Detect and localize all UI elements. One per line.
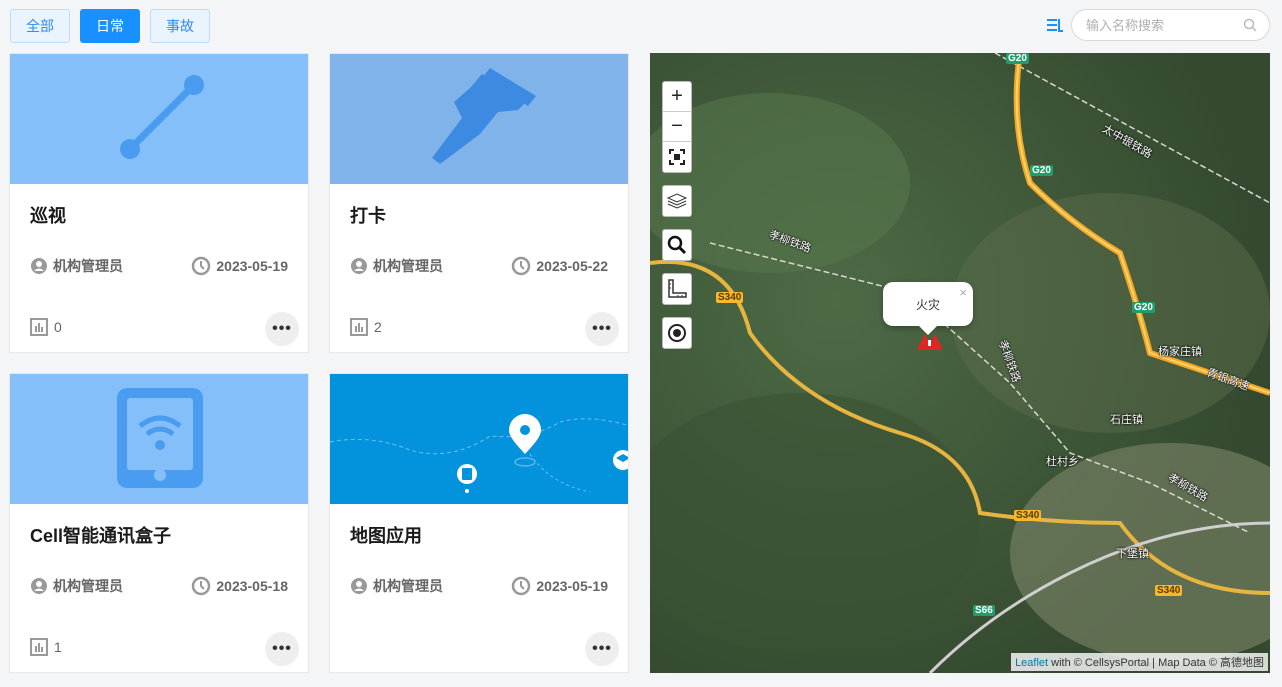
map-popup: 火灾 × <box>883 282 973 335</box>
popup-close-button[interactable]: × <box>959 285 967 300</box>
card-count: 2 <box>374 319 382 335</box>
card-banner <box>10 374 308 504</box>
app-card[interactable]: 地图应用 机构管理员 2023-05-19 ••• <box>329 373 629 673</box>
card-author: 机构管理员 <box>53 578 123 594</box>
card-count: 1 <box>54 639 62 655</box>
layers-icon <box>666 193 688 209</box>
more-button[interactable]: ••• <box>265 632 299 666</box>
user-icon <box>351 258 367 274</box>
road-label: G20 <box>1030 165 1053 176</box>
ruler-icon <box>668 279 687 298</box>
list-view-icon[interactable] <box>1046 17 1064 33</box>
card-meta: 机构管理员 2023-05-19 <box>30 256 288 276</box>
road-label: S340 <box>1014 510 1042 521</box>
map-pin-icon <box>509 414 541 467</box>
calculator-pin-icon <box>457 464 477 493</box>
card-banner <box>330 374 628 504</box>
attribution-text: with © CellsysPortal | Map Data © 高德地图 <box>1048 657 1264 669</box>
more-button[interactable]: ••• <box>585 312 619 346</box>
road-label: G20 <box>1006 53 1029 64</box>
road-label: G20 <box>1132 302 1155 313</box>
app-card[interactable]: 打卡 机构管理员 2023-05-22 2 ••• <box>329 53 629 353</box>
card-title: 打卡 <box>350 206 386 226</box>
fullscreen-button[interactable] <box>663 142 691 172</box>
popup-text: 火灾 <box>915 298 940 312</box>
map-attribution: Leaflet with © CellsysPortal | Map Data … <box>1011 653 1268 671</box>
tablet-wifi-icon <box>117 388 203 488</box>
road-label: S340 <box>1155 585 1183 596</box>
bar-chart-icon <box>30 638 48 656</box>
card-title: 地图应用 <box>350 526 422 546</box>
layers-pin-icon <box>613 450 628 470</box>
line-segment-icon <box>120 75 204 159</box>
card-banner <box>330 54 628 184</box>
app-card[interactable]: 巡视 机构管理员 2023-05-19 0 ••• <box>9 53 309 353</box>
user-icon <box>31 578 47 594</box>
road-label: S340 <box>716 292 744 303</box>
search-input[interactable] <box>1086 17 1243 33</box>
road-label: S66 <box>973 605 995 616</box>
clock-icon <box>512 576 531 596</box>
measure-button[interactable] <box>663 274 691 304</box>
measure-control <box>662 273 692 305</box>
card-author: 机构管理员 <box>373 258 443 274</box>
card-date: 2023-05-19 <box>216 258 288 274</box>
card-title: Cell智能通讯盒子 <box>30 526 172 546</box>
tab-daily[interactable]: 日常 <box>80 9 140 43</box>
fullscreen-icon <box>669 149 685 165</box>
place-label: 杜村乡 <box>1046 456 1079 468</box>
card-stats: 1 <box>30 638 62 656</box>
tab-accident[interactable]: 事故 <box>150 9 210 43</box>
card-banner <box>10 54 308 184</box>
bar-chart-icon <box>30 318 48 336</box>
card-stats: 2 <box>350 318 382 336</box>
tab-all[interactable]: 全部 <box>10 9 70 43</box>
magnifier-icon <box>667 235 687 255</box>
card-date: 2023-05-19 <box>536 578 608 594</box>
card-author: 机构管理员 <box>53 258 123 274</box>
more-button[interactable]: ••• <box>265 312 299 346</box>
card-meta: 机构管理员 2023-05-19 <box>350 576 608 596</box>
map-search-button[interactable] <box>663 230 691 260</box>
clock-icon <box>192 256 211 276</box>
place-label: 下堡镇 <box>1116 548 1149 560</box>
map-view[interactable]: G20 G20 G20 S340 S340 S340 S66 杨家庄镇 石庄镇 … <box>650 53 1270 673</box>
card-author: 机构管理员 <box>373 578 443 594</box>
card-stats: 0 <box>30 318 62 336</box>
leaflet-link[interactable]: Leaflet <box>1015 657 1048 669</box>
place-label: 杨家庄镇 <box>1158 346 1202 358</box>
user-icon <box>351 578 367 594</box>
map-app-illustration <box>330 414 628 493</box>
layers-button[interactable] <box>663 186 691 216</box>
clock-icon <box>192 576 211 596</box>
fire-marker-icon[interactable] <box>915 330 945 352</box>
clock-icon <box>512 256 531 276</box>
user-icon <box>31 258 47 274</box>
card-meta: 机构管理员 2023-05-22 <box>350 256 608 276</box>
layers-control <box>662 185 692 217</box>
filter-tabs: 全部 日常 事故 <box>10 9 210 43</box>
locate-control <box>662 317 692 349</box>
place-label: 石庄镇 <box>1110 414 1143 426</box>
zoom-out-button[interactable]: − <box>663 112 691 142</box>
locate-button[interactable] <box>663 318 691 348</box>
card-count: 0 <box>54 319 62 335</box>
zoom-in-button[interactable]: + <box>663 82 691 112</box>
card-date: 2023-05-18 <box>216 578 288 594</box>
search-box <box>1071 9 1270 41</box>
app-card[interactable]: Cell智能通讯盒子 机构管理员 2023-05-18 1 ••• <box>9 373 309 673</box>
target-icon <box>668 324 686 342</box>
card-title: 巡视 <box>30 206 66 226</box>
zoom-controls: + − <box>662 81 692 173</box>
search-control <box>662 229 692 261</box>
card-meta: 机构管理员 2023-05-18 <box>30 576 288 596</box>
card-date: 2023-05-22 <box>536 258 608 274</box>
satellite-terrain <box>650 53 1270 673</box>
search-icon[interactable] <box>1243 18 1257 32</box>
bar-chart-icon <box>350 318 368 336</box>
pushpin-icon <box>432 68 536 164</box>
more-button[interactable]: ••• <box>585 632 619 666</box>
